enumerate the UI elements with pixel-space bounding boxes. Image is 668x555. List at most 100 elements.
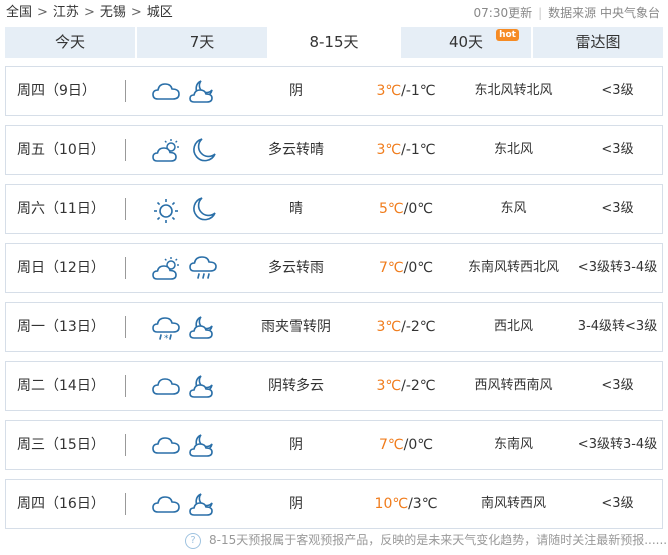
wind-direction: 东风 [500, 201, 527, 216]
partly-cloudy-night-icon [188, 431, 218, 459]
hot-badge: hot [496, 29, 519, 41]
wind-direction: 西风转西南风 [474, 378, 553, 393]
forecast-day: 周六（11日） [17, 201, 105, 217]
temperature-low: /0℃ [403, 260, 433, 276]
wind-level: <3级 [601, 496, 634, 511]
forecast-list: 周四（9日）阴 3℃/-1℃ 东北风转北风 <3级 周五（10日） 多云转晴 3℃/-1℃ 东… [5, 66, 663, 538]
weather-description: 阴转多云 [268, 378, 324, 394]
partly-cloudy-day-icon [151, 256, 181, 280]
tab-40-days[interactable]: 40天 hot [401, 27, 533, 58]
breadcrumb-link-province[interactable]: 江苏 [53, 5, 79, 20]
forecast-day: 周五（10日） [17, 142, 105, 158]
wind-direction: 东南风转西北风 [467, 260, 559, 275]
temperature-low: /-2℃ [401, 319, 436, 335]
wind-direction: 东北风转北风 [474, 83, 553, 98]
wind-level: <3级 [601, 142, 634, 157]
temperature-low: /-1℃ [401, 83, 436, 99]
row-divider [125, 434, 126, 456]
wind-direction: 东北风 [493, 142, 533, 157]
forecast-row: 周四（16日） 阴 10℃/3℃ 南风转西风 <3级 [5, 479, 663, 529]
temperature-low: /3℃ [408, 496, 438, 512]
temperature-high: 3℃ [376, 319, 402, 335]
row-divider [125, 493, 126, 515]
temperature-high: 3℃ [376, 378, 402, 394]
forecast-day: 周三（15日） [17, 437, 105, 453]
wind-direction: 南风转西风 [480, 496, 546, 511]
temperature-high: 10℃ [374, 496, 409, 512]
row-divider [125, 139, 126, 161]
sleet-icon: * [151, 315, 181, 343]
breadcrumb-separator: > [37, 5, 48, 20]
meta-divider: | [538, 6, 543, 20]
weather-description: 阴 [289, 437, 303, 453]
temperature-range: 5℃/0℃ [356, 185, 456, 233]
weather-description: 多云转雨 [268, 260, 324, 276]
temperature-low: /-1℃ [401, 142, 436, 158]
row-divider [125, 316, 126, 338]
forecast-row: 周一（13日） * 雨夹雪转阴 3℃/-2℃ 西北风 3-4级转<3级 [5, 302, 663, 352]
breadcrumb-separator: > [83, 5, 95, 20]
breadcrumb-link-city[interactable]: 无锡 [100, 5, 126, 20]
footer-note-text: 8-15天预报属于客观预报产品，反映的是未来天气变化趋势，请随时关注最新预报..… [209, 533, 668, 547]
cloud-icon [151, 433, 181, 457]
forecast-tabs: 今天 7天 8-15天 40天 hot 雷达图 [5, 27, 663, 58]
temperature-low: /0℃ [403, 201, 433, 217]
svg-text:*: * [164, 334, 169, 343]
wind-level: <3级转3-4级 [577, 260, 658, 275]
wind-level: <3级转3-4级 [577, 437, 658, 452]
wind-level: <3级 [601, 378, 634, 393]
partly-cloudy-night-icon [188, 490, 218, 518]
tab-today[interactable]: 今天 [5, 27, 137, 58]
tab-8-15-days[interactable]: 8-15天 [269, 27, 401, 58]
forecast-row: 周日（12日） 多云转雨 7℃/0℃ 东南风转西北风 <3级转3-4级 [5, 243, 663, 293]
cloud-icon [151, 79, 181, 103]
breadcrumb: 全国 > 江苏 > 无锡 > 城区 [6, 0, 173, 26]
temperature-low: /-2℃ [401, 378, 436, 394]
weather-description: 雨夹雪转阴 [261, 319, 331, 335]
temperature-high: 3℃ [376, 142, 402, 158]
footer-note: ? 8-15天预报属于客观预报产品，反映的是未来天气变化趋势，请随时关注最新预报.… [185, 530, 667, 550]
forecast-day: 周四（9日） [17, 83, 96, 99]
row-divider [125, 198, 126, 220]
wind-level: <3级 [601, 83, 634, 98]
wind-direction: 东南风 [493, 437, 533, 452]
tab-radar[interactable]: 雷达图 [533, 27, 663, 58]
temperature-range: 3℃/-2℃ [356, 362, 456, 410]
temperature-range: 3℃/-1℃ [356, 126, 456, 174]
temperature-range: 3℃/-1℃ [356, 67, 456, 115]
forecast-row: 周五（10日） 多云转晴 3℃/-1℃ 东北风 <3级 [5, 125, 663, 175]
row-divider [125, 375, 126, 397]
top-bar: 全国 > 江苏 > 无锡 > 城区 07:30更新 | 数据来源 中央气象台 [0, 0, 668, 26]
weather-description: 晴 [289, 201, 303, 217]
partly-cloudy-night-icon [188, 313, 218, 341]
forecast-day: 周日（12日） [17, 260, 105, 276]
temperature-high: 7℃ [379, 437, 404, 453]
partly-cloudy-night-icon [188, 372, 218, 400]
partly-cloudy-day-icon [151, 138, 181, 162]
breadcrumb-separator: > [130, 5, 142, 20]
help-icon[interactable]: ? [185, 532, 201, 549]
weather-description: 阴 [289, 83, 303, 99]
temperature-range: 7℃/0℃ [356, 244, 456, 292]
wind-direction: 西北风 [493, 319, 533, 334]
update-time: 07:30更新 [473, 6, 533, 20]
temperature-range: 7℃/0℃ [356, 421, 456, 469]
moon-icon [188, 136, 218, 164]
temperature-range: 3℃/-2℃ [356, 303, 456, 351]
breadcrumb-link-country[interactable]: 全国 [6, 5, 32, 20]
cloud-icon [151, 492, 181, 516]
sun-icon [151, 197, 181, 223]
partly-cloudy-night-icon [188, 77, 218, 105]
row-divider [125, 257, 126, 279]
temperature-high: 5℃ [379, 201, 404, 217]
update-meta: 07:30更新 | 数据来源 中央气象台 [474, 0, 660, 26]
forecast-row: 周六（11日） 晴 5℃/0℃ 东风 <3级 [5, 184, 663, 234]
temperature-high: 3℃ [376, 83, 402, 99]
moon-icon [188, 195, 218, 223]
rain-icon [188, 254, 218, 282]
cloud-icon [151, 374, 181, 398]
tab-7-days[interactable]: 7天 [137, 27, 269, 58]
tab-40-days-label: 40天 [448, 33, 484, 51]
temperature-high: 7℃ [379, 260, 404, 276]
wind-level: 3-4级转<3级 [577, 319, 658, 334]
